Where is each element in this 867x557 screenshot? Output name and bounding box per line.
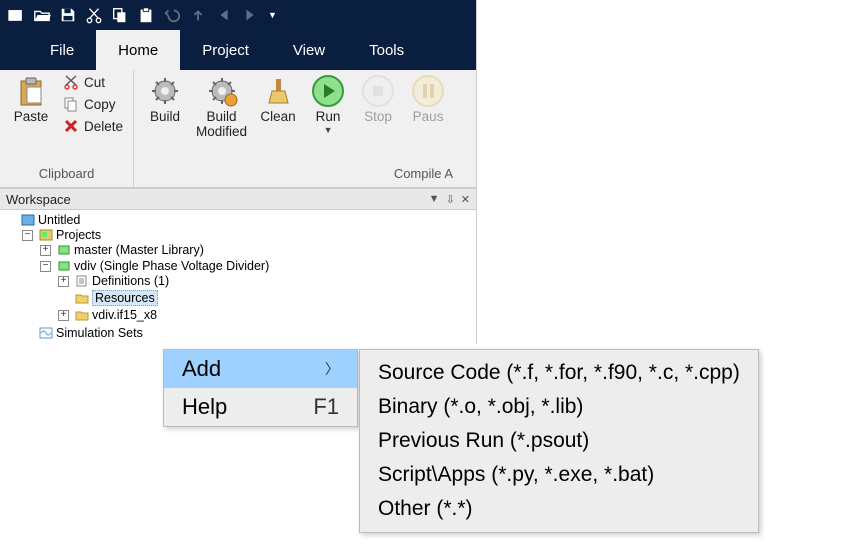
simsets-icon [38,327,53,340]
pause-icon [411,74,445,108]
tab-project[interactable]: Project [180,30,271,70]
delete-button[interactable]: Delete [58,116,127,136]
cut-button[interactable]: Cut [58,72,127,92]
qat-dropdown-icon[interactable]: ▼ [268,10,277,20]
tree-label-vdivif: vdiv.if15_x8 [92,308,157,322]
run-label: Run [316,110,341,125]
panel-close-icon[interactable]: ✕ [461,193,470,206]
paste-icon[interactable] [136,5,156,25]
library-icon [56,244,71,257]
copy-small-icon [62,95,80,113]
pause-button[interactable]: Paus [403,72,453,127]
projects-icon [38,229,53,242]
delete-small-icon [62,117,80,135]
build-modified-button[interactable]: Build Modified [190,72,253,142]
build-modified-icon [205,74,239,108]
tree-node-vdivif[interactable]: + vdiv.if15_x8 [58,308,476,322]
workspace-title: Workspace [6,192,71,207]
tree-label-definitions: Definitions (1) [92,274,169,288]
tab-tools[interactable]: Tools [347,30,426,70]
tree-node-definitions[interactable]: + Definitions (1) [58,274,476,288]
build-modified-label: Build Modified [196,110,247,140]
panel-pin-icon[interactable]: ⇩ [446,193,455,206]
submenu-item-script[interactable]: Script\Apps (*.py, *.exe, *.bat) [360,458,758,492]
expand-icon[interactable]: + [58,276,69,287]
collapse-icon[interactable]: − [40,261,51,272]
tree-node-untitled[interactable]: Untitled [4,213,476,227]
build-button[interactable]: Build [140,72,190,127]
expand-icon[interactable]: + [40,245,51,256]
tree-label-simsets: Simulation Sets [56,326,143,340]
menu-label-help: Help [182,394,227,420]
open-icon[interactable] [6,5,26,25]
save-icon[interactable] [58,5,78,25]
tree-label-projects: Projects [56,228,101,242]
cut-label: Cut [84,75,105,90]
copy-label: Copy [84,97,116,112]
expand-icon[interactable]: + [58,310,69,321]
group-clipboard-label: Clipboard [6,164,127,185]
menu-item-add[interactable]: Add 〉 [164,350,357,388]
cut-small-icon [62,73,80,91]
tree-label-untitled: Untitled [38,213,80,227]
copy-button[interactable]: Copy [58,94,127,114]
clean-button[interactable]: Clean [253,72,303,127]
build-icon [148,74,182,108]
project-icon [56,260,71,273]
tree-label-resources: Resources [92,290,158,306]
stop-icon [361,74,395,108]
paste-large-icon [14,74,48,108]
delete-label: Delete [84,119,123,134]
tree-label-master: master (Master Library) [74,243,204,257]
redo-up-icon[interactable] [188,5,208,25]
tree-node-simsets[interactable]: Simulation Sets [22,326,476,340]
tree-node-vdiv[interactable]: − vdiv (Single Phase Voltage Divider) [40,259,476,273]
run-dropdown-icon[interactable]: ▼ [324,125,333,135]
forward-icon[interactable] [240,5,260,25]
tree-node-master[interactable]: + master (Master Library) [40,243,476,257]
paste-label: Paste [14,110,49,125]
tab-home[interactable]: Home [96,30,180,70]
tree-node-resources[interactable]: Resources [58,290,476,306]
clean-icon [261,74,295,108]
menu-item-help[interactable]: Help F1 [164,388,357,426]
submenu-arrow-icon: 〉 [325,359,339,379]
definitions-icon [74,275,89,288]
menu-shortcut-help: F1 [313,394,339,420]
build-label: Build [150,110,180,125]
context-menu: Add 〉 Help F1 [163,349,358,427]
submenu-item-prev[interactable]: Previous Run (*.psout) [360,424,758,458]
stop-label: Stop [364,110,392,125]
workspace-icon [20,214,35,227]
menu-label-add: Add [182,356,221,382]
cut-icon[interactable] [84,5,104,25]
submenu-item-source[interactable]: Source Code (*.f, *.for, *.f90, *.c, *.c… [360,356,758,390]
folder-icon [74,309,89,322]
clean-label: Clean [260,110,295,125]
tab-file[interactable]: File [28,30,96,70]
stop-button[interactable]: Stop [353,72,403,127]
back-icon[interactable] [214,5,234,25]
run-button[interactable]: Run ▼ [303,72,353,137]
submenu-item-other[interactable]: Other (*.*) [360,492,758,526]
folder-icon [74,292,89,305]
pause-label: Paus [413,110,444,125]
group-compile-label: Compile A [140,164,453,185]
panel-menu-icon[interactable]: ▼ [429,193,440,206]
undo-icon[interactable] [162,5,182,25]
tree-label-vdiv: vdiv (Single Phase Voltage Divider) [74,259,269,273]
context-submenu-add: Source Code (*.f, *.for, *.f90, *.c, *.c… [359,349,759,533]
tab-view[interactable]: View [271,30,347,70]
submenu-item-binary[interactable]: Binary (*.o, *.obj, *.lib) [360,390,758,424]
copy-icon[interactable] [110,5,130,25]
folder-open-icon[interactable] [32,5,52,25]
paste-button[interactable]: Paste [6,72,56,127]
run-icon [311,74,345,108]
collapse-icon[interactable]: − [22,230,33,241]
tree-node-projects[interactable]: − Projects [22,228,476,242]
